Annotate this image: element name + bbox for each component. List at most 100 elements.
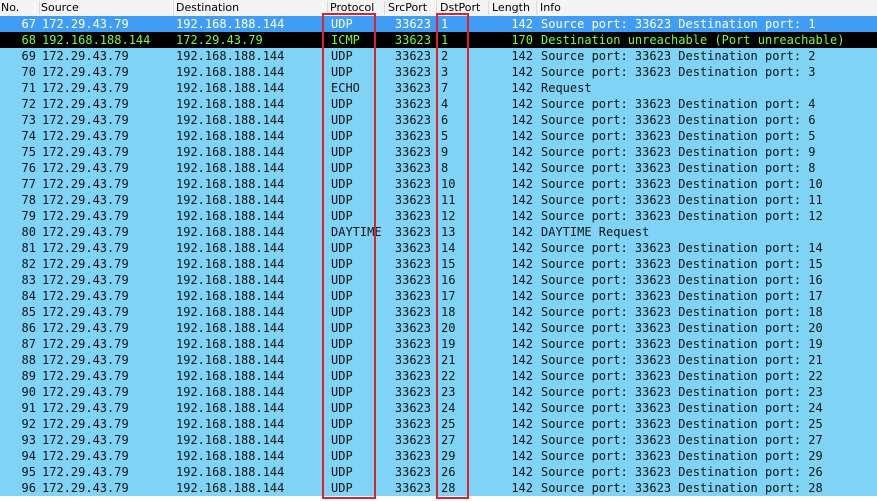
destination-port-cell: 11 bbox=[441, 193, 456, 207]
packet-number-cell: 82 bbox=[21, 257, 36, 271]
destination-address-cell: 192.168.188.144 bbox=[176, 129, 285, 143]
length-cell: 142 bbox=[511, 193, 533, 207]
length-cell: 170 bbox=[511, 33, 533, 47]
packet-number-cell: 86 bbox=[21, 321, 36, 335]
packet-row[interactable]: 76 172.29.43.79 192.168.188.144 UDP 33623 8 14… bbox=[0, 160, 877, 176]
length-cell: 142 bbox=[511, 97, 533, 111]
source-address-cell: 172.29.43.79 bbox=[42, 49, 129, 63]
packet-number-cell: 81 bbox=[21, 241, 36, 255]
packet-row[interactable]: 70 172.29.43.79 192.168.188.144 UDP 33623 3 14… bbox=[0, 64, 877, 80]
length-cell: 142 bbox=[511, 289, 533, 303]
length-cell: 142 bbox=[511, 209, 533, 223]
packet-row[interactable]: 95 172.29.43.79 192.168.188.144 UDP 33623 26 1… bbox=[0, 464, 877, 480]
packet-row[interactable]: 67 172.29.43.79 192.168.188.144 UDP 33623 1 14… bbox=[0, 16, 877, 32]
source-address-cell: 172.29.43.79 bbox=[42, 225, 129, 239]
column-header-dstport[interactable]: DstPort bbox=[437, 1, 489, 15]
column-header-no[interactable]: No. bbox=[0, 1, 40, 15]
packet-row[interactable]: 96 172.29.43.79 192.168.188.144 UDP 33623 28 1… bbox=[0, 480, 877, 496]
length-cell: 142 bbox=[511, 241, 533, 255]
destination-address-cell: 192.168.188.144 bbox=[176, 193, 285, 207]
source-address-cell: 172.29.43.79 bbox=[42, 369, 129, 383]
source-address-cell: 172.29.43.79 bbox=[42, 97, 129, 111]
packet-row[interactable]: 73 172.29.43.79 192.168.188.144 UDP 33623 6 14… bbox=[0, 112, 877, 128]
column-header-protocol[interactable]: Protocol bbox=[328, 1, 385, 15]
length-cell: 142 bbox=[511, 177, 533, 191]
destination-address-cell: 192.168.188.144 bbox=[176, 257, 285, 271]
destination-port-cell: 24 bbox=[441, 401, 456, 415]
source-address-cell: 172.29.43.79 bbox=[42, 177, 129, 191]
protocol-cell: UDP bbox=[331, 433, 353, 447]
packet-row[interactable]: 68 192.168.188.144 172.29.43.79 ICMP 33623 1 1… bbox=[0, 32, 877, 48]
info-cell: Source port: 33623 Destination port: 28 bbox=[541, 481, 823, 495]
packet-row[interactable]: 79 172.29.43.79 192.168.188.144 UDP 33623 12 1… bbox=[0, 208, 877, 224]
packet-number-cell: 87 bbox=[21, 337, 36, 351]
packet-row[interactable]: 83 172.29.43.79 192.168.188.144 UDP 33623 16 1… bbox=[0, 272, 877, 288]
destination-address-cell: 192.168.188.144 bbox=[176, 81, 285, 95]
destination-port-cell: 28 bbox=[441, 481, 456, 495]
source-port-cell: 33623 bbox=[394, 225, 431, 239]
packet-number-cell: 90 bbox=[21, 385, 36, 399]
column-header-source[interactable]: Source bbox=[40, 1, 174, 15]
source-address-cell: 172.29.43.79 bbox=[42, 353, 129, 367]
destination-address-cell: 192.168.188.144 bbox=[176, 481, 285, 495]
info-cell: Request bbox=[541, 81, 592, 95]
protocol-cell: UDP bbox=[331, 369, 353, 383]
packet-row[interactable]: 89 172.29.43.79 192.168.188.144 UDP 33623 22 1… bbox=[0, 368, 877, 384]
destination-port-cell: 1 bbox=[441, 17, 449, 31]
packet-row[interactable]: 90 172.29.43.79 192.168.188.144 UDP 33623 23 1… bbox=[0, 384, 877, 400]
packet-row[interactable]: 80 172.29.43.79 192.168.188.144 DAYTIME 3362… bbox=[0, 224, 877, 240]
destination-port-cell: 2 bbox=[441, 49, 449, 63]
packet-row[interactable]: 75 172.29.43.79 192.168.188.144 UDP 33623 9 14… bbox=[0, 144, 877, 160]
packet-row[interactable]: 91 172.29.43.79 192.168.188.144 UDP 33623 24 1… bbox=[0, 400, 877, 416]
source-port-cell: 33623 bbox=[394, 433, 431, 447]
protocol-cell: UDP bbox=[331, 449, 353, 463]
destination-port-cell: 25 bbox=[441, 417, 456, 431]
destination-port-cell: 15 bbox=[441, 257, 456, 271]
packet-row[interactable]: 88 172.29.43.79 192.168.188.144 UDP 33623 21 1… bbox=[0, 352, 877, 368]
column-header-destination[interactable]: Destination bbox=[174, 1, 328, 15]
packet-row[interactable]: 81 172.29.43.79 192.168.188.144 UDP 33623 14 1… bbox=[0, 240, 877, 256]
packet-row[interactable]: 93 172.29.43.79 192.168.188.144 UDP 33623 27 1… bbox=[0, 432, 877, 448]
destination-address-cell: 192.168.188.144 bbox=[176, 97, 285, 111]
protocol-cell: UDP bbox=[331, 113, 353, 127]
source-port-cell: 33623 bbox=[394, 257, 431, 271]
protocol-cell: UDP bbox=[331, 481, 353, 495]
packet-row[interactable]: 69 172.29.43.79 192.168.188.144 UDP 33623 2 14… bbox=[0, 48, 877, 64]
packet-row[interactable]: 86 172.29.43.79 192.168.188.144 UDP 33623 20 1… bbox=[0, 320, 877, 336]
packet-row[interactable]: 82 172.29.43.79 192.168.188.144 UDP 33623 15 1… bbox=[0, 256, 877, 272]
source-port-cell: 33623 bbox=[394, 449, 431, 463]
packet-row[interactable]: 71 172.29.43.79 192.168.188.144 ECHO 33623 7 1… bbox=[0, 80, 877, 96]
destination-port-cell: 23 bbox=[441, 385, 456, 399]
packet-number-cell: 94 bbox=[21, 449, 36, 463]
packet-row[interactable]: 78 172.29.43.79 192.168.188.144 UDP 33623 11 1… bbox=[0, 192, 877, 208]
source-address-cell: 172.29.43.79 bbox=[42, 305, 129, 319]
destination-address-cell: 192.168.188.144 bbox=[176, 321, 285, 335]
packet-row[interactable]: 92 172.29.43.79 192.168.188.144 UDP 33623 25 1… bbox=[0, 416, 877, 432]
packet-row[interactable]: 94 172.29.43.79 192.168.188.144 UDP 33623 29 1… bbox=[0, 448, 877, 464]
info-cell: Destination unreachable (Port unreachabl… bbox=[541, 33, 845, 47]
destination-port-cell: 13 bbox=[441, 225, 456, 239]
packet-row[interactable]: 84 172.29.43.79 192.168.188.144 UDP 33623 17 1… bbox=[0, 288, 877, 304]
info-cell: Source port: 33623 Destination port: 3 bbox=[541, 65, 816, 79]
packet-row[interactable]: 72 172.29.43.79 192.168.188.144 UDP 33623 4 14… bbox=[0, 96, 877, 112]
source-address-cell: 172.29.43.79 bbox=[42, 129, 129, 143]
info-cell: Source port: 33623 Destination port: 16 bbox=[541, 273, 823, 287]
length-cell: 142 bbox=[511, 305, 533, 319]
packet-number-cell: 83 bbox=[21, 273, 36, 287]
destination-address-cell: 192.168.188.144 bbox=[176, 145, 285, 159]
column-header-info[interactable]: Info bbox=[537, 1, 877, 15]
packet-row[interactable]: 87 172.29.43.79 192.168.188.144 UDP 33623 19 1… bbox=[0, 336, 877, 352]
packet-row[interactable]: 77 172.29.43.79 192.168.188.144 UDP 33623 10 1… bbox=[0, 176, 877, 192]
destination-port-cell: 8 bbox=[441, 161, 449, 175]
packet-row[interactable]: 74 172.29.43.79 192.168.188.144 UDP 33623 5 14… bbox=[0, 128, 877, 144]
column-header-srcport[interactable]: SrcPort bbox=[385, 1, 437, 15]
source-port-cell: 33623 bbox=[394, 177, 431, 191]
length-cell: 142 bbox=[511, 273, 533, 287]
length-cell: 142 bbox=[511, 353, 533, 367]
packet-row[interactable]: 85 172.29.43.79 192.168.188.144 UDP 33623 18 1… bbox=[0, 304, 877, 320]
length-cell: 142 bbox=[511, 337, 533, 351]
info-cell: Source port: 33623 Destination port: 9 bbox=[541, 145, 816, 159]
source-address-cell: 172.29.43.79 bbox=[42, 81, 129, 95]
column-header-length[interactable]: Length bbox=[489, 1, 537, 15]
destination-port-cell: 21 bbox=[441, 353, 456, 367]
